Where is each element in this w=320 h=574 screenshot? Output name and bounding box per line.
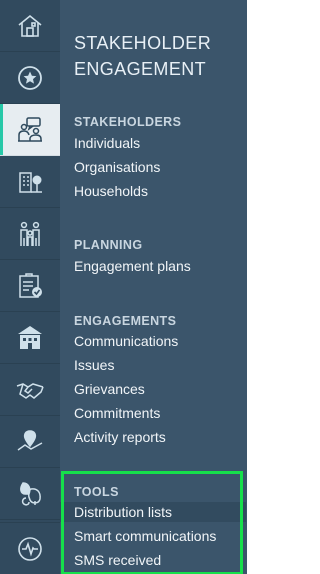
rail-item-locations[interactable] xyxy=(0,416,60,468)
institution-icon xyxy=(15,323,45,353)
rail-item-activity[interactable] xyxy=(0,522,60,574)
handshake-icon xyxy=(15,375,45,405)
app: STAKEHOLDER ENGAGEMENT STAKEHOLDERS Indi… xyxy=(0,0,247,574)
menu-item-organisations[interactable]: Organisations xyxy=(74,157,244,177)
activity-icon xyxy=(15,534,45,564)
menu-item-smart-communications[interactable]: Smart communications xyxy=(74,526,244,546)
menu-item-issues[interactable]: Issues xyxy=(74,355,244,375)
rail-item-engagements[interactable] xyxy=(0,312,60,364)
star-icon xyxy=(15,63,45,93)
section-header-tools: TOOLS xyxy=(74,485,119,499)
people-icon xyxy=(15,219,45,249)
environment-icon xyxy=(15,479,45,509)
icon-rail xyxy=(0,0,60,574)
section-header-planning: PLANNING xyxy=(74,238,143,252)
menu-item-households[interactable]: Households xyxy=(74,181,244,201)
rail-item-organisations[interactable] xyxy=(0,156,60,208)
menu-item-distribution-lists[interactable]: Distribution lists xyxy=(60,502,246,522)
home-icon xyxy=(15,11,45,41)
menu-item-engagement-plans[interactable]: Engagement plans xyxy=(74,256,244,276)
buildings-icon xyxy=(15,167,45,197)
rail-item-favourites[interactable] xyxy=(0,52,60,104)
menu-item-communications[interactable]: Communications xyxy=(74,331,244,351)
rail-item-environment[interactable] xyxy=(0,468,60,520)
rail-item-households[interactable] xyxy=(0,208,60,260)
section-header-stakeholders: STAKEHOLDERS xyxy=(74,115,182,129)
rail-item-planning[interactable] xyxy=(0,260,60,312)
module-menu-panel: STAKEHOLDER ENGAGEMENT STAKEHOLDERS Indi… xyxy=(60,0,247,574)
menu-item-sms-received[interactable]: SMS received xyxy=(74,550,244,570)
menu-item-individuals[interactable]: Individuals xyxy=(74,133,244,153)
page-title: STAKEHOLDER ENGAGEMENT xyxy=(74,30,242,82)
menu-item-commitments[interactable]: Commitments xyxy=(74,403,244,423)
page-title-line-1: STAKEHOLDER xyxy=(74,33,212,53)
rail-item-stakeholder-engagement[interactable] xyxy=(0,104,60,156)
checklist-icon xyxy=(15,271,45,301)
section-header-engagements: ENGAGEMENTS xyxy=(74,314,177,328)
location-map-icon xyxy=(15,427,45,457)
stakeholder-meeting-icon xyxy=(15,115,45,145)
rail-item-commitments[interactable] xyxy=(0,364,60,416)
rail-item-home[interactable] xyxy=(0,0,60,52)
menu-item-activity-reports[interactable]: Activity reports xyxy=(74,427,244,447)
menu-item-grievances[interactable]: Grievances xyxy=(74,379,244,399)
page-title-line-2: ENGAGEMENT xyxy=(74,59,207,79)
